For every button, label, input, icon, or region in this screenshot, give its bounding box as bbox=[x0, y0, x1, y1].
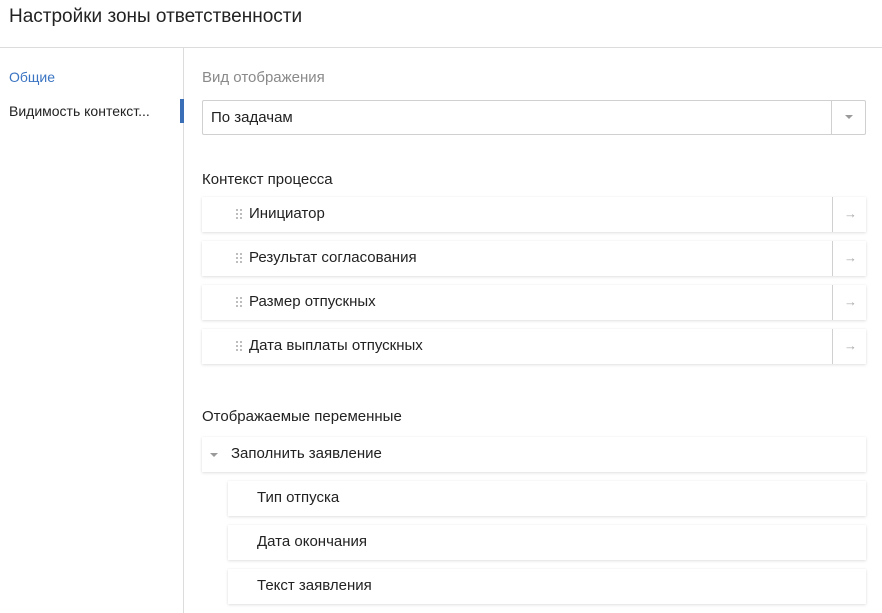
arrow-right-icon: → bbox=[844, 338, 857, 353]
page-header: Настройки зоны ответственности bbox=[0, 0, 882, 48]
sidebar-item-context-visibility[interactable]: Видимость контекст... bbox=[0, 99, 184, 123]
display-mode-select[interactable]: По задачам bbox=[202, 100, 866, 135]
drag-handle-icon[interactable] bbox=[235, 297, 245, 309]
context-item-label: Дата выплаты отпускных bbox=[249, 337, 423, 354]
context-item-label: Размер отпускных bbox=[249, 293, 376, 310]
dropdown-toggle[interactable] bbox=[831, 101, 865, 134]
context-item[interactable]: Результат согласования → bbox=[202, 241, 866, 276]
settings-panel: Вид отображения По задачам Контекст проц… bbox=[185, 48, 882, 613]
variable-item-label: Тип отпуска bbox=[257, 489, 340, 506]
variable-item[interactable]: Текст заявления bbox=[228, 569, 866, 604]
sidebar-item-label: Видимость контекст... bbox=[9, 103, 150, 119]
active-indicator bbox=[180, 99, 184, 123]
move-right-button[interactable]: → bbox=[832, 285, 866, 320]
move-right-button[interactable]: → bbox=[832, 197, 866, 232]
drag-handle-icon[interactable] bbox=[235, 253, 245, 265]
page-title: Настройки зоны ответственности bbox=[9, 6, 303, 27]
display-mode-label: Вид отображения bbox=[202, 69, 325, 86]
variable-item-label: Текст заявления bbox=[257, 577, 372, 594]
context-item[interactable]: Дата выплаты отпускных → bbox=[202, 329, 866, 364]
variable-group-label: Заполнить заявление bbox=[231, 445, 382, 462]
chevron-down-icon[interactable] bbox=[210, 453, 218, 457]
context-item[interactable]: Инициатор → bbox=[202, 197, 866, 232]
drag-handle-icon[interactable] bbox=[235, 209, 245, 221]
chevron-down-icon bbox=[845, 115, 853, 119]
variable-item[interactable]: Дата окончания bbox=[228, 525, 866, 560]
context-item[interactable]: Размер отпускных → bbox=[202, 285, 866, 320]
arrow-right-icon: → bbox=[844, 206, 857, 221]
display-mode-value: По задачам bbox=[211, 109, 293, 126]
sidebar-item-general[interactable]: Общие bbox=[0, 65, 184, 89]
variable-item[interactable]: Тип отпуска bbox=[228, 481, 866, 516]
drag-handle-icon[interactable] bbox=[235, 341, 245, 353]
move-right-button[interactable]: → bbox=[832, 329, 866, 364]
displayed-variables-title: Отображаемые переменные bbox=[202, 408, 402, 425]
arrow-right-icon: → bbox=[844, 294, 857, 309]
sidebar: Общие Видимость контекст... bbox=[0, 48, 184, 613]
move-right-button[interactable]: → bbox=[832, 241, 866, 276]
arrow-right-icon: → bbox=[844, 250, 857, 265]
variable-item-label: Дата окончания bbox=[257, 533, 368, 550]
variable-group[interactable]: Заполнить заявление bbox=[202, 437, 866, 472]
process-context-title: Контекст процесса bbox=[202, 171, 333, 188]
context-item-label: Инициатор bbox=[249, 205, 325, 222]
context-item-label: Результат согласования bbox=[249, 249, 417, 266]
